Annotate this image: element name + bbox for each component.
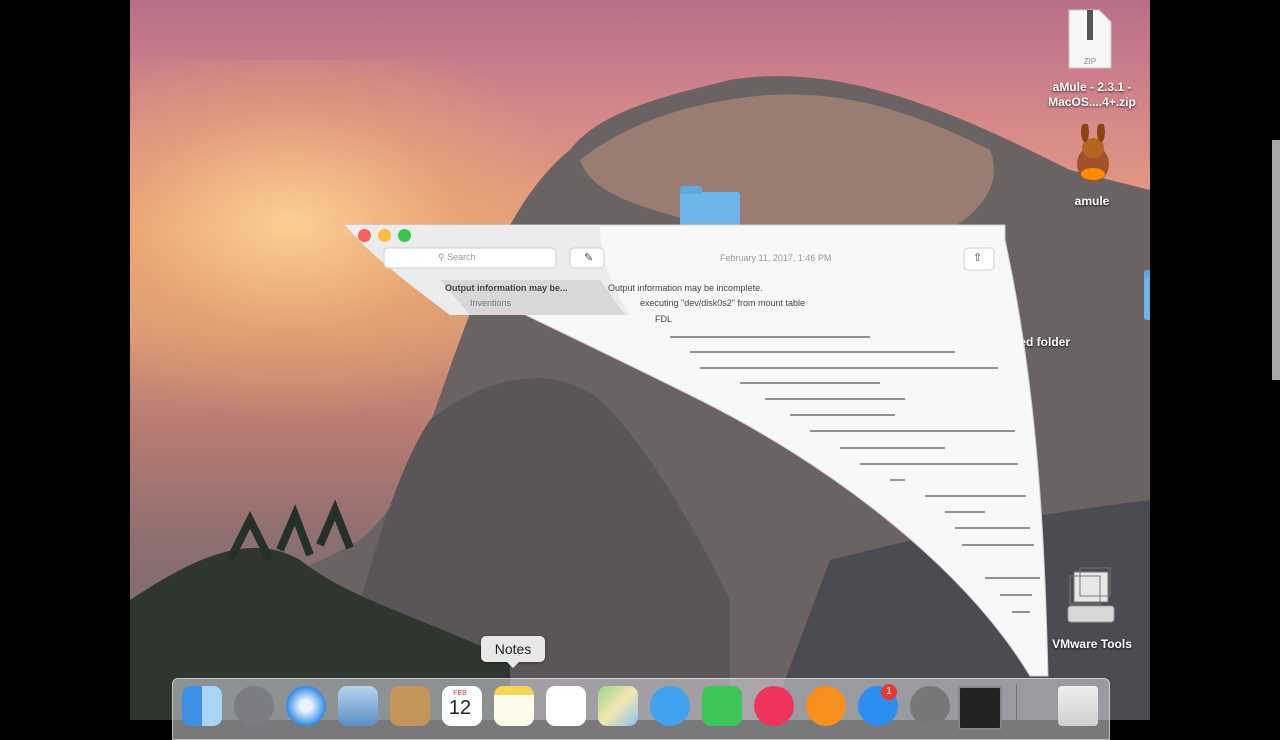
- zip-badge: ZIP: [1084, 57, 1096, 66]
- dock-separator: [1016, 684, 1017, 720]
- close-button[interactable]: [358, 229, 371, 242]
- folder-icon[interactable]: [680, 186, 740, 226]
- app-store-badge: 1: [881, 684, 897, 700]
- desktop: [130, 0, 1150, 720]
- reminders-icon[interactable]: [546, 686, 586, 726]
- minimize-button[interactable]: [378, 229, 391, 242]
- note-body-line2: executing "dev/disk0s2" from mount table: [640, 298, 805, 308]
- trash-icon[interactable]: [1058, 686, 1098, 726]
- note-body-line1: Output information may be incomplete.: [608, 283, 763, 293]
- launchpad-icon[interactable]: [234, 686, 274, 726]
- vmware-tools-disk-icon[interactable]: [1064, 566, 1118, 626]
- untitled-folder-label[interactable]: tled folder: [1012, 335, 1092, 350]
- zip-file-label[interactable]: aMule - 2.3.1 - MacOS....4+.zip: [1034, 80, 1150, 110]
- note-list-item-title[interactable]: Output information may be...: [445, 283, 568, 293]
- calendar-month: FEB: [453, 690, 467, 697]
- system-preferences-icon[interactable]: [910, 686, 950, 726]
- ibooks-icon[interactable]: [806, 686, 846, 726]
- finder-icon[interactable]: [182, 686, 222, 726]
- search-field[interactable]: ⚲ Search: [438, 252, 476, 263]
- facetime-icon[interactable]: [702, 686, 742, 726]
- messages-icon[interactable]: [650, 686, 690, 726]
- compose-note-icon[interactable]: ✎: [584, 251, 593, 264]
- zip-file-icon[interactable]: ZIP: [1067, 8, 1113, 70]
- zoom-button[interactable]: [398, 229, 411, 242]
- zip-label-line1: aMule - 2.3.1 -: [1052, 80, 1132, 94]
- search-icon: ⚲: [438, 252, 445, 262]
- mountain-wallpaper: [130, 76, 1150, 720]
- contacts-icon[interactable]: [390, 686, 430, 726]
- vmware-label: VMware Tools: [1052, 637, 1132, 651]
- search-placeholder: Search: [447, 252, 476, 262]
- amule-app-label[interactable]: amule: [1062, 194, 1122, 209]
- mail-icon[interactable]: [338, 686, 378, 726]
- activity-monitor-icon[interactable]: [958, 686, 1002, 730]
- vmware-tools-label[interactable]: VMware Tools: [1044, 637, 1140, 652]
- safari-icon[interactable]: [286, 686, 326, 726]
- itunes-icon[interactable]: [754, 686, 794, 726]
- maps-icon[interactable]: [598, 686, 638, 726]
- calendar-day: 12: [448, 697, 472, 719]
- notes-icon[interactable]: [494, 686, 534, 726]
- zip-label-line2: MacOS....4+.zip: [1048, 95, 1136, 109]
- folder-label: tled folder: [1012, 335, 1071, 349]
- untitled-folder-icon[interactable]: [1144, 270, 1150, 320]
- scrollbar[interactable]: [1272, 140, 1280, 380]
- amule-label: amule: [1074, 194, 1110, 208]
- note-date: February 11, 2017, 1:46 PM: [720, 253, 832, 263]
- note-list-item-subtitle: Inventions: [470, 298, 512, 308]
- note-body-line3: FDL: [655, 314, 673, 324]
- dock-tooltip: Notes: [481, 636, 545, 668]
- amule-app-icon[interactable]: [1068, 124, 1118, 186]
- share-icon[interactable]: ⇧: [973, 251, 982, 264]
